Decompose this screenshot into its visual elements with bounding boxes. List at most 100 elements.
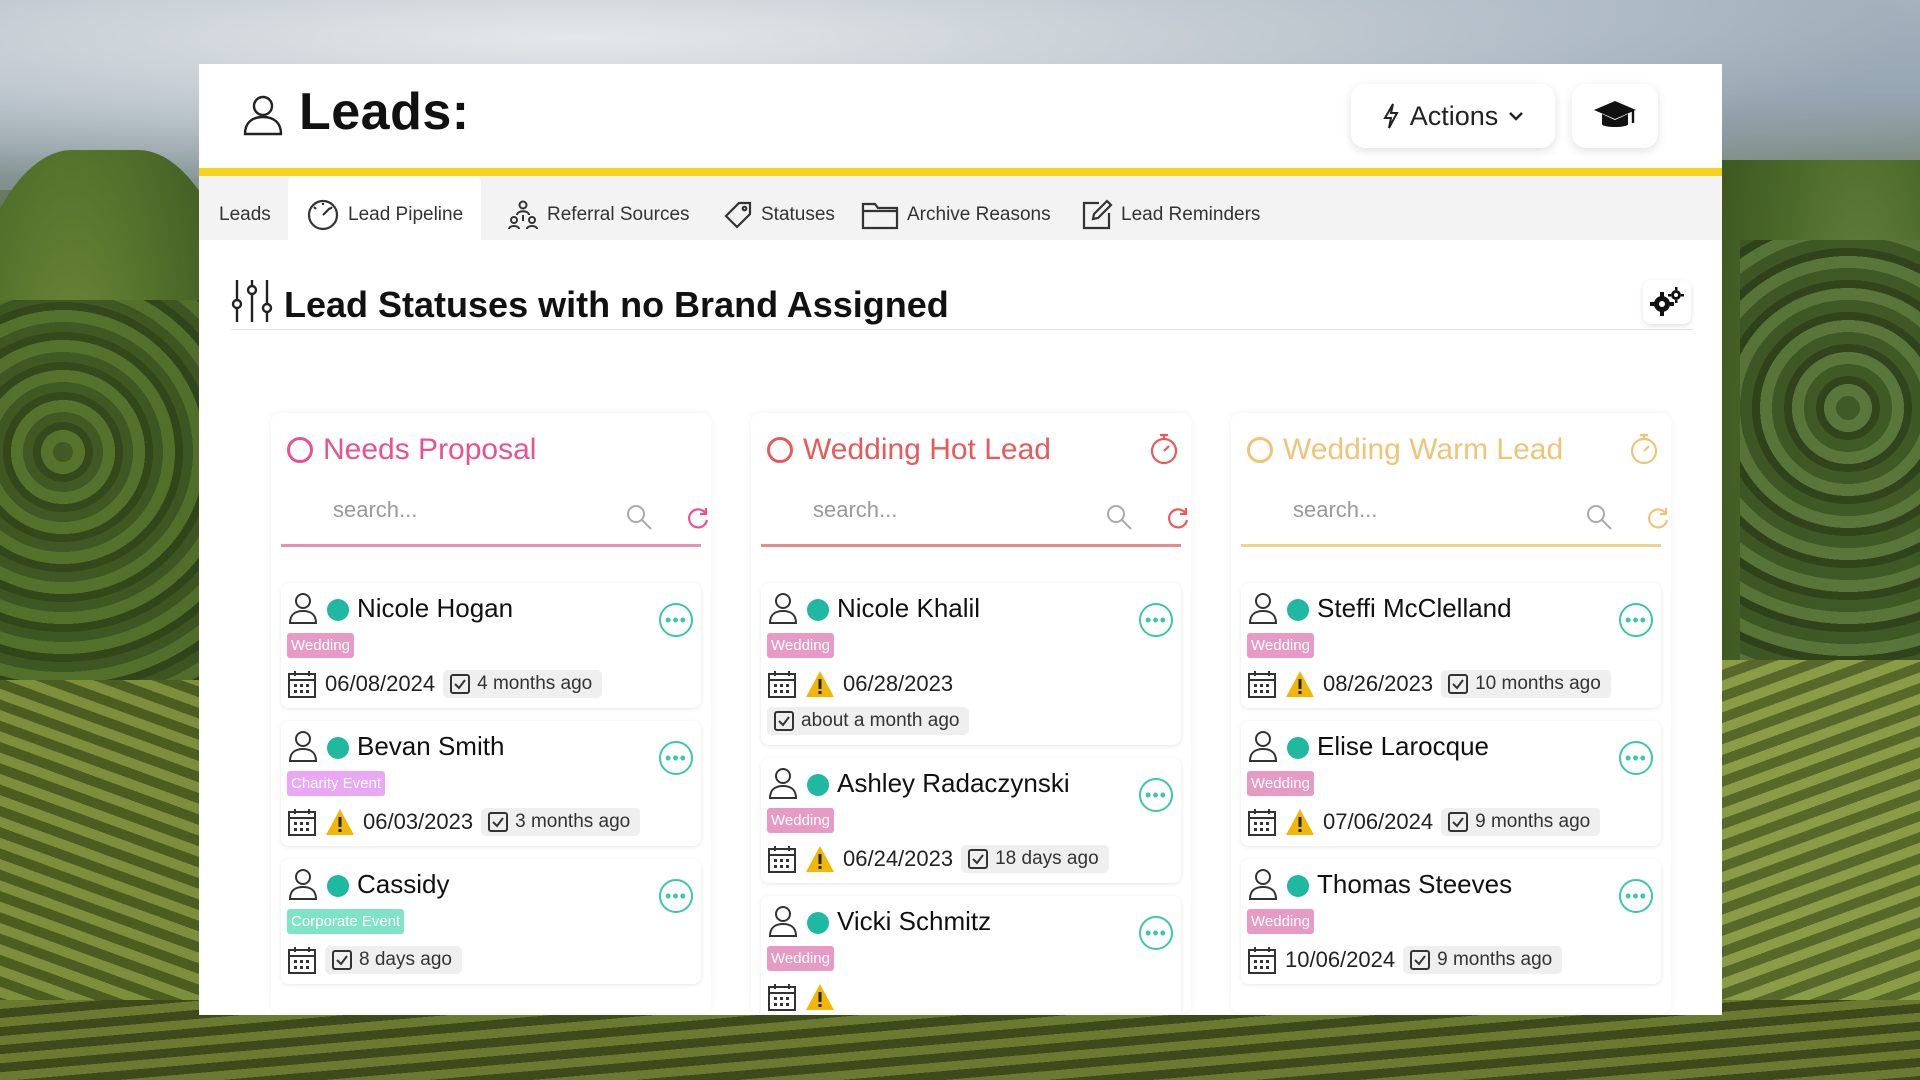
lead-name: Steffi McClelland — [1317, 593, 1512, 623]
tab-archive-reasons[interactable]: Archive Reasons — [861, 176, 1051, 240]
trees-left — [0, 300, 210, 680]
lead-meta: 06/28/2023 — [767, 669, 953, 699]
column-search — [761, 491, 1189, 547]
lead-card[interactable]: Ashley Radaczynski ••• Wedding 06/24/202… — [761, 758, 1181, 883]
lead-card[interactable]: Elise Larocque ••• Wedding 07/06/2024 9 … — [1241, 721, 1661, 846]
more-options-icon[interactable]: ••• — [659, 603, 693, 637]
column-title: Wedding Hot Lead — [767, 433, 1051, 467]
page-header: Leads: Actions — [199, 64, 1722, 168]
education-button[interactable] — [1572, 84, 1658, 148]
event-type-tag: Wedding — [1247, 633, 1314, 658]
lead-card[interactable]: Thomas Steeves ••• Wedding 10/06/2024 9 … — [1241, 859, 1661, 984]
search-icon[interactable] — [1105, 503, 1133, 531]
search-icon[interactable] — [625, 503, 653, 531]
status-dot — [807, 912, 829, 934]
app-window: Leads: Actions Leads Lead Pipeline Refer… — [199, 64, 1722, 1015]
checkbox-icon — [968, 849, 989, 869]
user-icon — [768, 906, 798, 937]
lead-card[interactable]: Vicki Schmitz ••• Wedding — [761, 896, 1181, 1013]
user-icon — [288, 593, 318, 624]
folder-icon — [861, 202, 899, 230]
lead-card[interactable]: Bevan Smith ••• Charity Event 06/03/2023… — [281, 721, 701, 846]
status-dot — [327, 875, 349, 897]
warning-icon — [806, 984, 834, 1010]
tab-lead-reminders[interactable]: Lead Reminders — [1081, 176, 1260, 240]
tab-statuses[interactable]: Statuses — [723, 176, 835, 240]
calendar-icon — [288, 671, 316, 698]
warning-icon — [1286, 809, 1314, 835]
settings-button[interactable] — [1643, 280, 1691, 324]
last-activity-text: about a month ago — [801, 710, 960, 731]
lead-meta: 06/24/2023 18 days ago — [767, 844, 1109, 874]
gauge-icon — [307, 199, 339, 231]
checkbox-icon — [1448, 674, 1469, 694]
event-type-tag: Wedding — [767, 808, 834, 833]
tab-label: Leads — [219, 204, 271, 225]
refresh-icon[interactable] — [1645, 505, 1671, 531]
more-options-icon[interactable]: ••• — [659, 741, 693, 775]
lead-card[interactable]: Cassidy ••• Corporate Event 8 days ago — [281, 859, 701, 984]
search-icon[interactable] — [1585, 503, 1613, 531]
calendar-icon — [1248, 809, 1276, 836]
refresh-icon[interactable] — [685, 505, 711, 531]
last-activity-badge: 4 months ago — [443, 670, 603, 698]
lead-card[interactable]: Nicole Khalil ••• Wedding 06/28/2023 abo… — [761, 583, 1181, 745]
tab-lead-pipeline[interactable]: Lead Pipeline — [288, 176, 482, 240]
more-options-icon[interactable]: ••• — [1619, 603, 1653, 637]
tab-leads[interactable]: Leads — [219, 176, 271, 240]
last-activity-badge: 9 months ago — [1403, 946, 1563, 974]
more-options-icon[interactable]: ••• — [1619, 741, 1653, 775]
sliders-icon — [231, 280, 273, 322]
event-type-tag: Corporate Event — [287, 909, 405, 934]
user-icon — [768, 768, 798, 799]
lead-card[interactable]: Nicole Hogan ••• Wedding 06/08/2024 4 mo… — [281, 583, 701, 708]
checkbox-icon — [774, 711, 794, 731]
lead-card[interactable]: Steffi McClelland ••• Wedding 08/26/2023… — [1241, 583, 1661, 708]
tab-referral-sources[interactable]: Referral Sources — [507, 176, 690, 240]
last-activity-badge: about a month ago — [767, 707, 970, 735]
last-activity-text: 10 months ago — [1475, 673, 1601, 694]
search-input[interactable] — [333, 497, 593, 523]
user-icon — [288, 869, 318, 900]
checkbox-icon — [488, 812, 509, 832]
accent-bar — [199, 168, 1722, 176]
stopwatch-icon[interactable] — [1629, 433, 1659, 465]
last-activity-text: 9 months ago — [1437, 949, 1553, 970]
last-activity-badge: 8 days ago — [325, 946, 462, 974]
trees-right — [1740, 240, 1920, 660]
tag-icon — [724, 201, 752, 229]
graduation-cap-icon — [1594, 101, 1636, 127]
user-icon — [1248, 731, 1278, 762]
search-input[interactable] — [813, 497, 1073, 523]
status-ring-icon — [1247, 437, 1273, 463]
status-ring-icon — [767, 437, 793, 463]
more-options-icon[interactable]: ••• — [1619, 879, 1653, 913]
column-title-label: Wedding Hot Lead — [803, 433, 1051, 466]
event-type-tag: Charity Event — [287, 771, 386, 796]
status-dot — [1287, 599, 1309, 621]
more-options-icon[interactable]: ••• — [659, 879, 693, 913]
status-column-needs-proposal: Needs Proposal Nicole Hogan ••• Wedding … — [271, 413, 711, 1013]
more-options-icon[interactable]: ••• — [1139, 603, 1173, 637]
event-type-tag: Wedding — [767, 946, 834, 971]
stopwatch-icon[interactable] — [1149, 433, 1179, 465]
search-input[interactable] — [1293, 497, 1553, 523]
lead-name: Nicole Hogan — [357, 593, 514, 623]
lead-name: Bevan Smith — [357, 731, 505, 761]
more-options-icon[interactable]: ••• — [1139, 916, 1173, 950]
tab-label: Archive Reasons — [907, 204, 1051, 225]
refresh-icon[interactable] — [1165, 505, 1191, 531]
lead-date: 08/26/2023 — [1323, 671, 1434, 696]
actions-button[interactable]: Actions — [1351, 84, 1555, 148]
lead-date: 06/28/2023 — [843, 671, 954, 696]
lightning-icon — [1382, 103, 1399, 129]
column-search — [1241, 491, 1669, 547]
checkbox-icon — [332, 950, 352, 970]
calendar-icon — [768, 846, 796, 873]
tab-label: Statuses — [761, 204, 835, 225]
lead-name: Thomas Steeves — [1317, 869, 1513, 899]
calendar-icon — [768, 671, 796, 698]
lead-meta: 8 days ago — [287, 945, 462, 975]
more-options-icon[interactable]: ••• — [1139, 778, 1173, 812]
tab-label: Lead Reminders — [1121, 204, 1261, 225]
